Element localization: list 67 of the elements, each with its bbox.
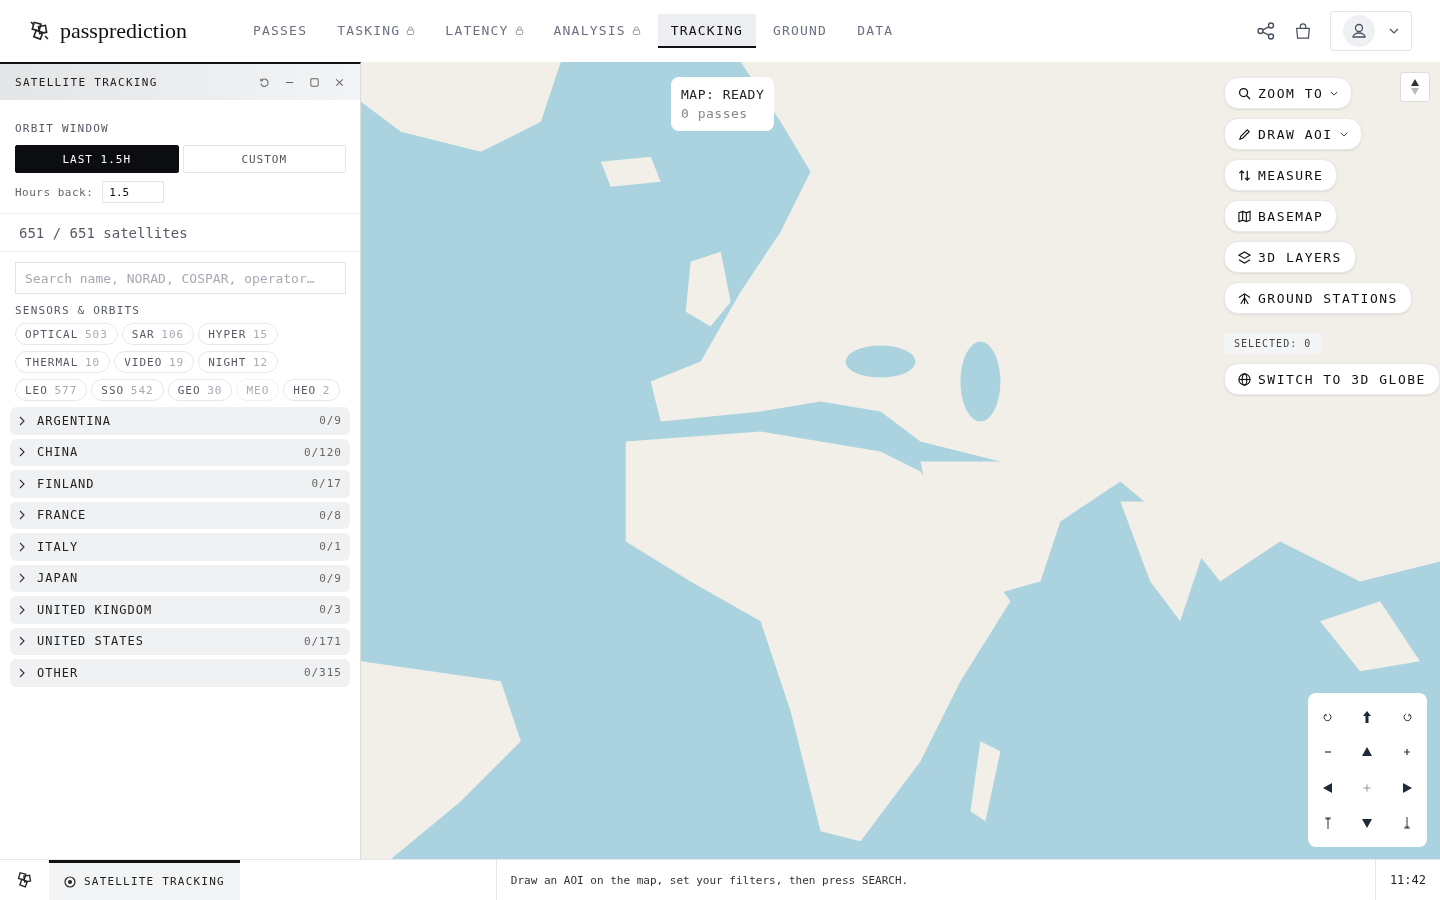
- country-group[interactable]: FRANCE 0/8: [10, 501, 350, 529]
- map-tool-button[interactable]: ZOOM TO: [1224, 77, 1353, 109]
- country-group[interactable]: JAPAN 0/9: [10, 564, 350, 592]
- orbit-window-option[interactable]: LAST 1.5H: [15, 145, 179, 173]
- nav-tab[interactable]: GROUND: [760, 14, 841, 48]
- clock: 11:42: [1374, 860, 1440, 900]
- nav-tab[interactable]: PASSES: [240, 14, 321, 48]
- nav-tab[interactable]: DATA: [844, 14, 907, 48]
- compass-button[interactable]: [1400, 72, 1430, 102]
- pass-count: 0 passes: [681, 106, 749, 121]
- taskbar-item[interactable]: SATELLITE TRACKING: [49, 860, 240, 900]
- search-icon: [1238, 86, 1251, 100]
- filter-chip[interactable]: THERMAL 10: [15, 351, 111, 373]
- filter-chip[interactable]: NIGHT 12: [198, 351, 279, 373]
- nav-tab[interactable]: TRACKING: [657, 14, 756, 48]
- pencil-icon: [1238, 127, 1251, 141]
- map-tool-button[interactable]: DRAW AOI: [1224, 118, 1362, 150]
- brand-name[interactable]: passprediction: [60, 18, 188, 44]
- nav-tab[interactable]: LATENCY: [432, 14, 537, 48]
- close-icon[interactable]: [334, 76, 345, 88]
- maximize-icon[interactable]: [309, 76, 320, 88]
- filter-chip[interactable]: OPTICAL 503: [15, 323, 118, 345]
- hours-input[interactable]: 1.5: [102, 181, 165, 203]
- hours-label: Hours back:: [15, 185, 94, 199]
- country-group[interactable]: OTHER 0/315: [10, 659, 350, 687]
- section-label: ORBIT WINDOW: [15, 122, 110, 135]
- nav-tab[interactable]: TASKING: [324, 14, 429, 48]
- country-group[interactable]: UNITED KINGDOM 0/3: [10, 596, 350, 624]
- map-tool-button[interactable]: BASEMAP: [1224, 200, 1338, 232]
- user-avatar-icon: [1343, 15, 1375, 47]
- shopping-bag-icon[interactable]: [1294, 21, 1312, 41]
- selected-count: SELECTED: 0: [1224, 333, 1322, 354]
- orbit-window-option[interactable]: CUSTOM: [182, 145, 346, 173]
- compass-icon: [1410, 78, 1420, 96]
- filter-chip[interactable]: HEO 2: [283, 379, 341, 401]
- globe-toggle-button[interactable]: SWITCH TO 3D GLOBE: [1224, 363, 1440, 395]
- filter-chip[interactable]: GEO 30: [167, 379, 233, 401]
- map-icon: [1238, 209, 1251, 223]
- map-tool-button[interactable]: 3D LAYERS: [1224, 241, 1356, 273]
- satellite-count: 651 / 651 satellites: [19, 225, 188, 241]
- section-label: SENSORS & ORBITS: [15, 304, 142, 317]
- layers-icon: [1238, 250, 1251, 264]
- filter-chip[interactable]: SAR 106: [121, 323, 195, 345]
- chevron-down-icon: [1389, 28, 1399, 34]
- country-group[interactable]: ARGENTINA 0/9: [10, 407, 350, 435]
- filter-chip[interactable]: VIDEO 19: [114, 351, 195, 373]
- search-field[interactable]: Search name, NORAD, COSPAR, operator…: [15, 262, 346, 294]
- antenna-icon: [1238, 291, 1251, 305]
- map-tool-button[interactable]: MEASURE: [1224, 159, 1338, 191]
- filter-chip[interactable]: HYPER 15: [198, 323, 279, 345]
- up-down-arrows-icon: [1238, 168, 1251, 182]
- map-status: MAP: READY: [681, 87, 765, 102]
- share-icon[interactable]: [1256, 21, 1276, 41]
- status-hint: Draw an AOI on the map, set your filters, then press SEARCH.: [510, 873, 909, 887]
- country-group[interactable]: UNITED STATES 0/171: [10, 627, 350, 655]
- filter-chip[interactable]: LEO 577: [15, 379, 88, 401]
- globe-icon: [1238, 372, 1251, 386]
- country-group[interactable]: CHINA 0/120: [10, 438, 350, 466]
- country-group[interactable]: ITALY 0/1: [10, 533, 350, 561]
- reset-icon[interactable]: [259, 76, 270, 88]
- user-menu-button[interactable]: [1330, 11, 1412, 51]
- nav-tab[interactable]: ANALYSIS: [540, 14, 654, 48]
- map-tool-button[interactable]: GROUND STATIONS: [1224, 282, 1412, 314]
- panel-title: SATELLITE TRACKING: [15, 75, 158, 89]
- country-group[interactable]: FINLAND 0/17: [10, 470, 350, 498]
- target-icon: [64, 875, 76, 888]
- filter-chip[interactable]: SSO 542: [91, 379, 164, 401]
